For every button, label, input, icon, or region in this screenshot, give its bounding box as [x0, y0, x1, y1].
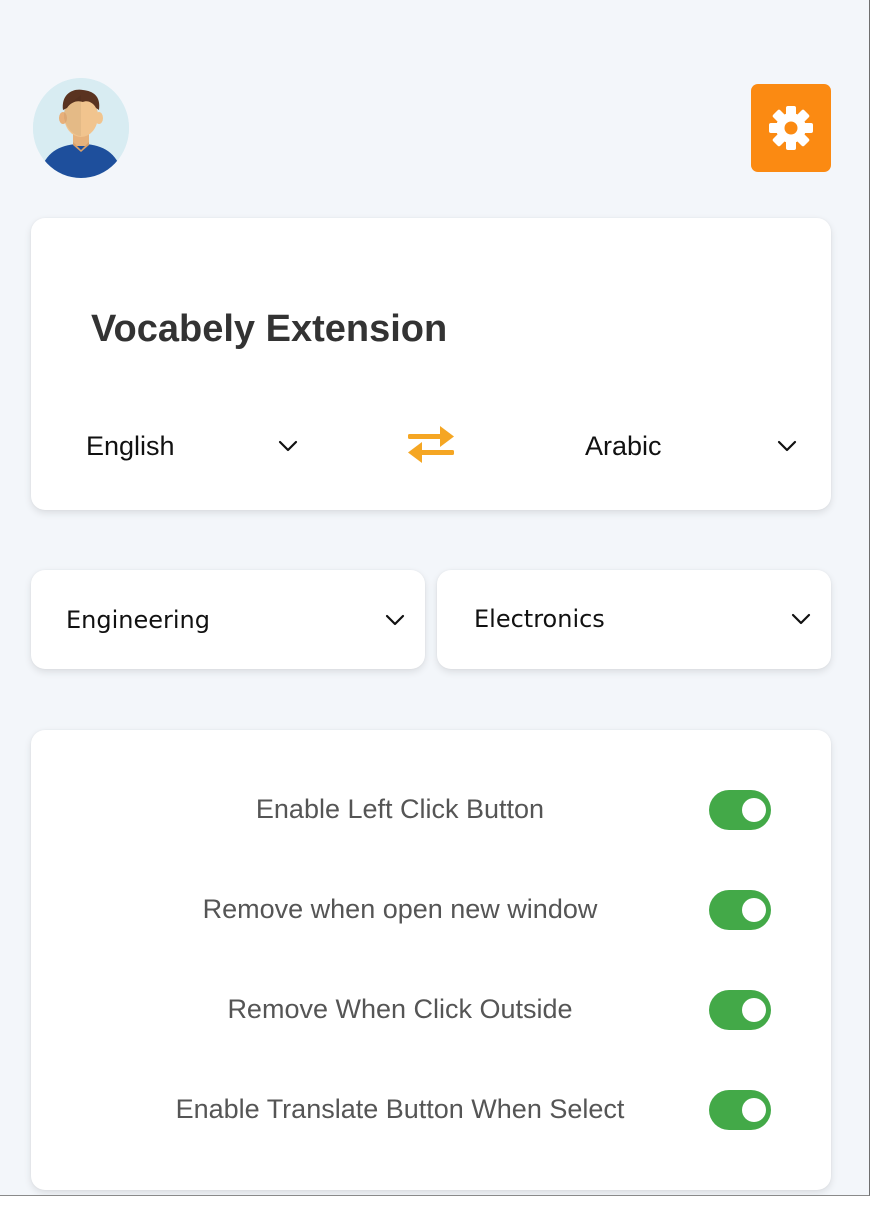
settings-button[interactable] [751, 84, 831, 172]
target-language-value: Arabic [585, 430, 662, 461]
swap-arrows-icon [408, 426, 454, 463]
app-title: Vocabely Extension [91, 308, 448, 350]
setting-label: Enable Translate Button When Select [175, 1094, 625, 1124]
source-language-select[interactable]: English [86, 426, 298, 466]
toggle-knob [742, 798, 766, 822]
source-language-value: English [86, 430, 175, 461]
extension-popup: Vocabely Extension English Arabic Engine… [0, 0, 870, 1196]
chevron-down-icon [278, 440, 298, 452]
setting-label: Remove when open new window [202, 894, 598, 924]
field-card: Engineering [31, 570, 425, 669]
settings-card: Enable Left Click Button Remove when ope… [31, 730, 831, 1190]
user-avatar-icon [33, 78, 129, 178]
swap-languages-button[interactable] [404, 424, 458, 464]
remove-on-new-window-toggle[interactable] [709, 890, 771, 930]
enable-translate-on-select-toggle[interactable] [709, 1090, 771, 1130]
chevron-down-icon [385, 614, 405, 626]
enable-left-click-toggle[interactable] [709, 790, 771, 830]
user-avatar[interactable] [33, 78, 129, 178]
remove-on-click-outside-toggle[interactable] [709, 990, 771, 1030]
subfield-card: Electronics [437, 570, 831, 669]
field-value: Engineering [66, 606, 210, 634]
setting-label: Enable Left Click Button [255, 794, 545, 824]
setting-row: Enable Left Click Button [31, 788, 831, 832]
subfield-select[interactable]: Electronics [474, 597, 811, 641]
toggle-knob [742, 998, 766, 1022]
chevron-down-icon [791, 613, 811, 625]
window-bottom-edge [0, 1196, 873, 1208]
setting-row: Remove When Click Outside [31, 988, 831, 1032]
target-language-select[interactable]: Arabic [585, 426, 797, 466]
setting-row: Enable Translate Button When Select [31, 1088, 831, 1132]
language-card: Vocabely Extension English Arabic [31, 218, 831, 510]
setting-row: Remove when open new window [31, 888, 831, 932]
chevron-down-icon [777, 440, 797, 452]
toggle-knob [742, 898, 766, 922]
toggle-knob [742, 1098, 766, 1122]
subfield-value: Electronics [474, 605, 605, 633]
gear-icon [769, 106, 813, 150]
field-select[interactable]: Engineering [66, 598, 405, 642]
setting-label: Remove When Click Outside [227, 994, 573, 1024]
